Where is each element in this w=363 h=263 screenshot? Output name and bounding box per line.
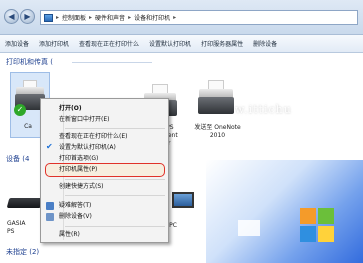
menu-item-see-printing[interactable]: 查看现在正在打印什么(E): [59, 132, 127, 142]
menu-item-printer-properties[interactable]: 打印机属性(P): [59, 165, 97, 175]
set-default-printer-button[interactable]: 设置默认打印机: [144, 39, 196, 48]
breadcrumb-separator: ▸: [128, 14, 132, 21]
menu-separator: [65, 179, 165, 180]
keyboard-device-label: GASIA PS: [7, 220, 26, 235]
print-server-properties-button[interactable]: 打印服务器属性: [196, 39, 248, 48]
keyboard-device[interactable]: [6, 196, 44, 210]
menu-item-open-new-window[interactable]: 在新窗口中打开(E): [59, 115, 109, 125]
control-panel-icon: [44, 13, 53, 22]
printer-canon-label: Ca: [24, 123, 32, 130]
monitor-icon: [172, 192, 194, 208]
back-button[interactable]: ◀: [4, 9, 19, 24]
command-bar: 添加设备 添加打印机 查看现在正在打印什么 设置默认打印机 打印服务器属性 删除…: [0, 35, 363, 53]
decorative-square: [238, 220, 260, 236]
add-printer-button[interactable]: 添加打印机: [34, 39, 74, 48]
breadcrumb-control-panel[interactable]: 控制面板: [62, 13, 86, 22]
printer-onenote[interactable]: [197, 80, 237, 118]
checkmark-icon: ✔: [46, 142, 53, 151]
see-printing-button[interactable]: 查看现在正在打印什么: [74, 39, 144, 48]
menu-separator: [65, 195, 165, 196]
watermark-text: w.ittichu: [235, 103, 292, 116]
remove-device-icon: [46, 213, 54, 221]
decorative-square: [300, 226, 316, 242]
group-header-printers[interactable]: 打印机和传真 (: [6, 57, 53, 67]
address-bar-area: ◀ ▶ ▸ 控制面板 ▸ 硬件和声音 ▸ 设备和打印机 ▸: [0, 0, 363, 35]
breadcrumb-separator: ▸: [173, 14, 177, 21]
printer-body: [198, 97, 234, 114]
add-device-button[interactable]: 添加设备: [0, 39, 34, 48]
breadcrumb-separator: ▸: [56, 14, 60, 21]
decorative-square: [300, 208, 316, 224]
forward-button[interactable]: ▶: [20, 9, 35, 24]
context-menu: 打开(O) 在新窗口中打开(E) 查看现在正在打印什么(E) ✔ 设置为默认打印…: [40, 98, 169, 243]
printer-onenote-label: 发送至 OneNote 2010: [194, 124, 241, 139]
printer-top: [199, 89, 233, 97]
breadcrumb-devices-printers[interactable]: 设备和打印机: [134, 13, 170, 22]
pc-device[interactable]: [168, 192, 198, 220]
group-header-unspecified[interactable]: 未指定 (2): [6, 247, 39, 257]
menu-item-set-default[interactable]: 设置为默认打印机(A): [59, 143, 116, 153]
printer-top: [16, 87, 44, 94]
menu-item-create-shortcut[interactable]: 创建快捷方式(S): [59, 182, 104, 192]
menu-item-properties[interactable]: 属性(R): [59, 230, 80, 240]
group-divider: [72, 62, 152, 63]
decorative-blue-overlay: [206, 160, 363, 263]
keyboard-icon: [6, 198, 44, 208]
address-field[interactable]: ▸ 控制面板 ▸ 硬件和声音 ▸ 设备和打印机 ▸: [40, 10, 358, 25]
menu-separator: [65, 226, 165, 227]
menu-separator: [65, 128, 165, 129]
decorative-square: [318, 208, 334, 224]
group-header-devices[interactable]: 设备 (4: [6, 154, 29, 164]
menu-item-troubleshoot[interactable]: 疑难解答(T): [59, 201, 91, 211]
menu-item-remove-device[interactable]: 删除设备(V): [59, 212, 92, 222]
breadcrumb-separator: ▸: [89, 14, 93, 21]
decorative-square: [318, 226, 334, 242]
menu-item-open[interactable]: 打开(O): [59, 104, 82, 114]
remove-device-button[interactable]: 删除设备: [248, 39, 282, 48]
troubleshoot-icon: [46, 202, 54, 210]
breadcrumb-hardware-sound[interactable]: 硬件和声音: [95, 13, 125, 22]
default-check-icon: ✓: [14, 104, 26, 116]
